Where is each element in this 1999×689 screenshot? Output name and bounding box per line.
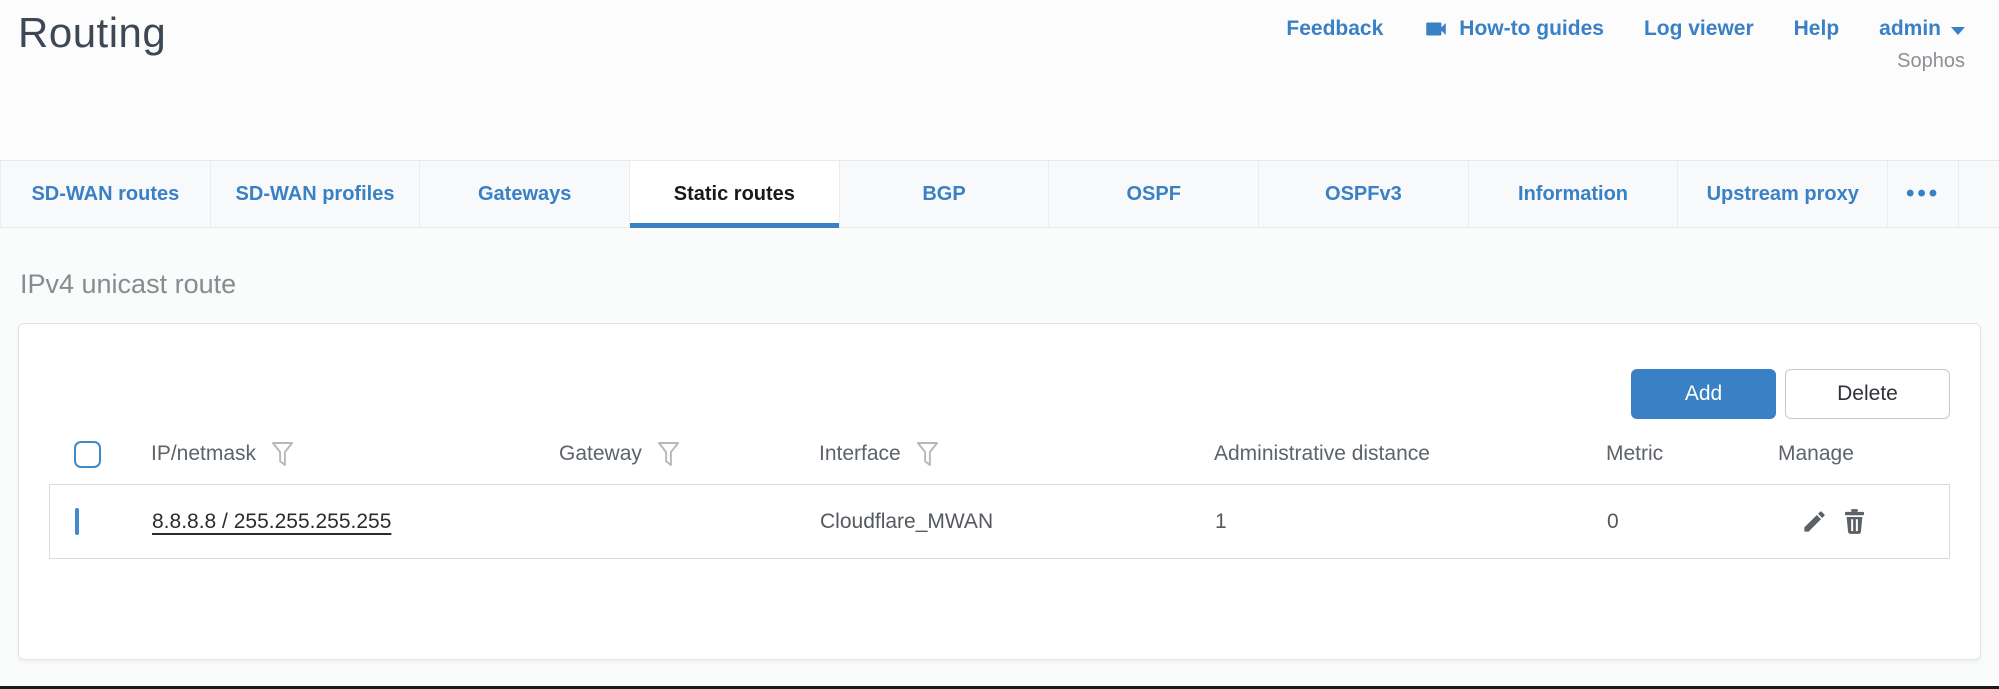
tab-static-routes[interactable]: Static routes [630,161,840,227]
routing-page: Routing Feedback How-to guides Log viewe… [0,0,1999,689]
video-camera-icon [1423,16,1449,42]
routes-panel: Add Delete IP/netmask Gateway [18,323,1981,660]
tab-bgp[interactable]: BGP [840,161,1050,227]
more-tabs-icon[interactable]: ••• [1888,161,1959,227]
route-ip-link[interactable]: 8.8.8.8 / 255.255.255.255 [152,510,391,533]
column-interface: Interface [819,441,1214,468]
help-link[interactable]: Help [1794,17,1840,41]
delete-trash-icon[interactable] [1841,508,1868,535]
delete-button[interactable]: Delete [1785,369,1950,419]
tab-upstream-proxy[interactable]: Upstream proxy [1678,161,1888,227]
table-row: 8.8.8.8 / 255.255.255.255 Cloudflare_MWA… [49,484,1950,559]
filter-icon[interactable] [916,441,939,468]
column-ip-netmask: IP/netmask [151,441,559,468]
row-admin-distance-cell: 1 [1215,510,1607,534]
filter-icon[interactable] [271,441,294,468]
tab-ospf[interactable]: OSPF [1049,161,1259,227]
user-menu-label: admin [1879,17,1941,41]
column-admin-distance: Administrative distance [1214,442,1606,466]
howto-guides-label: How-to guides [1459,17,1604,41]
tab-sdwan-profiles[interactable]: SD-WAN profiles [211,161,421,227]
tab-bar: SD-WAN routes SD-WAN profiles Gateways S… [0,160,1999,228]
chevron-down-icon [1951,27,1965,35]
column-gateway-label: Gateway [559,442,642,466]
tab-ospfv3[interactable]: OSPFv3 [1259,161,1469,227]
header-select-cell [74,441,151,468]
feedback-link[interactable]: Feedback [1286,17,1383,41]
row-ip-cell: 8.8.8.8 / 255.255.255.255 [152,510,560,534]
tab-information[interactable]: Information [1469,161,1679,227]
howto-guides-link[interactable]: How-to guides [1423,16,1604,42]
table-actions: Add Delete [19,324,1980,419]
content-area: IPv4 unicast route Add Delete IP/netmask [0,228,1999,689]
select-all-checkbox[interactable] [74,441,101,468]
user-menu[interactable]: admin [1879,17,1965,41]
column-gateway: Gateway [559,441,819,468]
column-metric: Metric [1606,442,1778,466]
filter-icon[interactable] [657,441,680,468]
column-ip-netmask-label: IP/netmask [151,442,256,466]
add-button[interactable]: Add [1631,369,1776,419]
log-viewer-link[interactable]: Log viewer [1644,17,1754,41]
tab-sdwan-routes[interactable]: SD-WAN routes [0,161,211,227]
row-interface-cell: Cloudflare_MWAN [820,510,1215,534]
edit-pencil-icon[interactable] [1801,508,1828,535]
top-bar: Routing Feedback How-to guides Log viewe… [0,0,1999,160]
column-interface-label: Interface [819,442,901,466]
page-title: Routing [18,8,166,58]
brand-label: Sophos [1897,50,1965,73]
row-metric-cell: 0 [1607,510,1779,534]
row-manage-cell [1779,508,1949,535]
row-checkbox[interactable] [75,508,79,535]
column-manage: Manage [1778,442,1950,466]
top-nav-links: Feedback How-to guides Log viewer Help a… [1286,16,1965,42]
section-title: IPv4 unicast route [20,268,1981,300]
tab-gateways[interactable]: Gateways [420,161,630,227]
row-select-cell [75,510,152,534]
top-nav: Feedback How-to guides Log viewer Help a… [1286,8,1965,73]
table-header-row: IP/netmask Gateway Interface [49,424,1950,484]
